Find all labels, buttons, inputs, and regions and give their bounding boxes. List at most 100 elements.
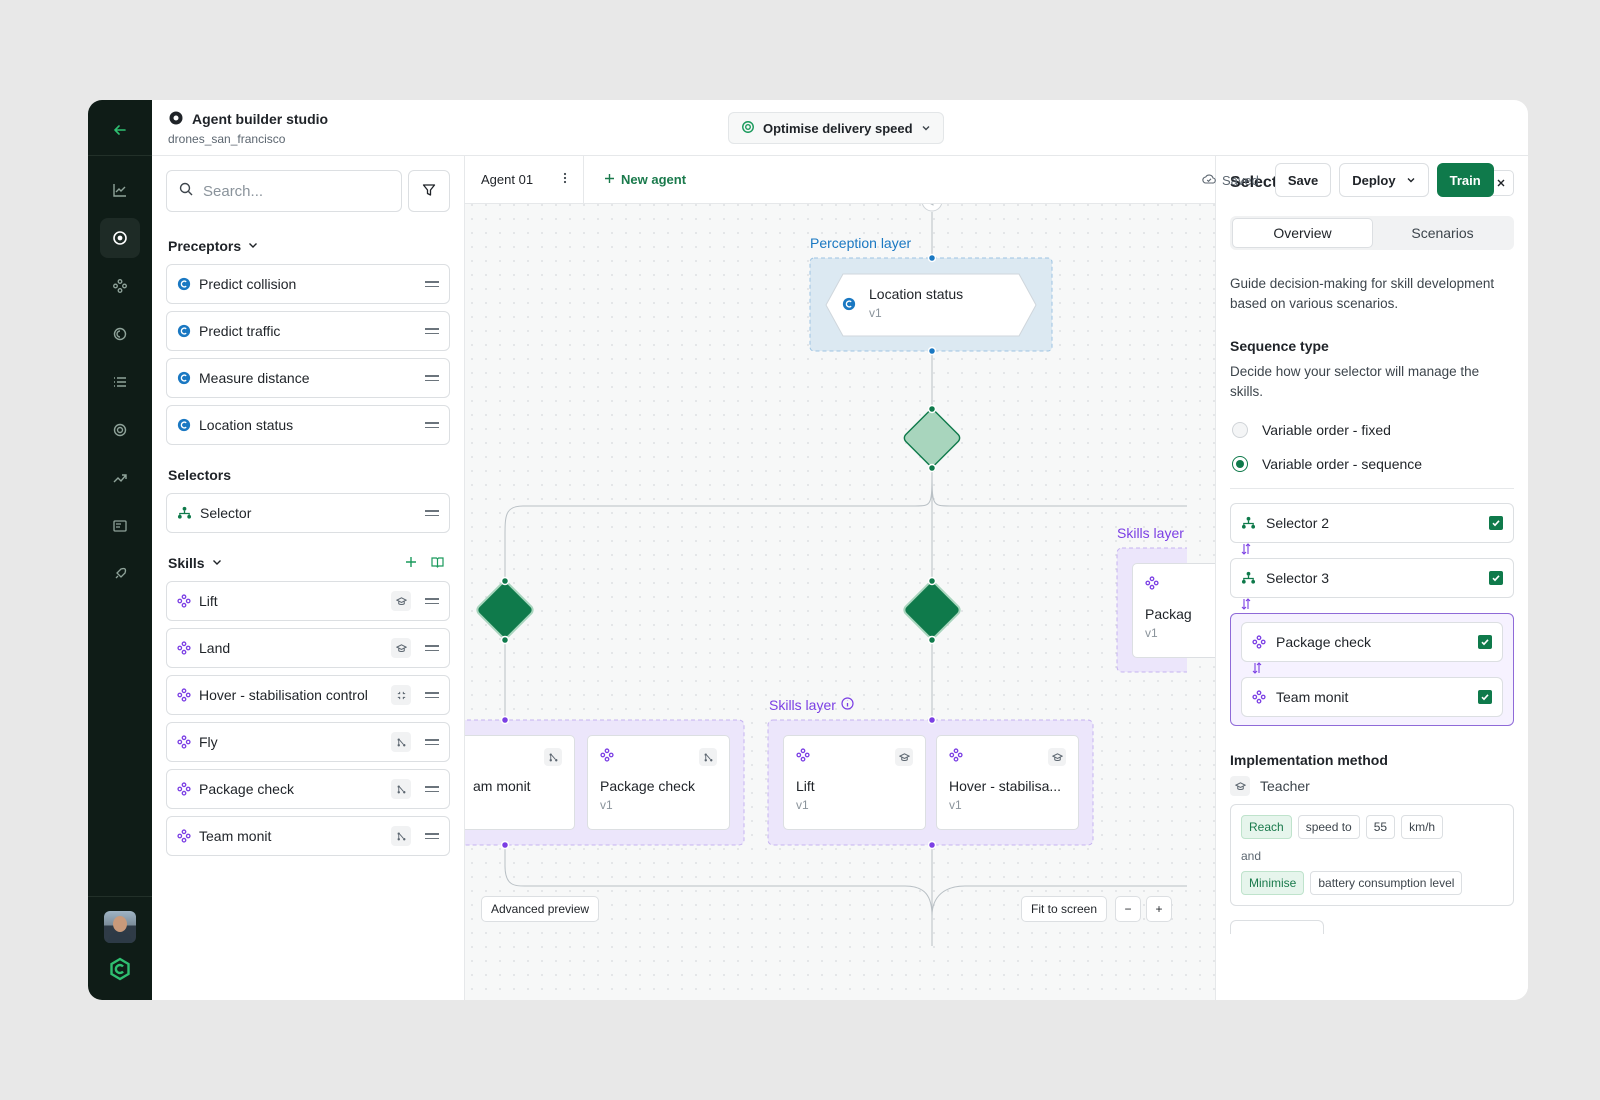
zoom-in-button[interactable]: + bbox=[1146, 896, 1172, 922]
drag-handle-icon[interactable] bbox=[425, 328, 439, 334]
checkbox[interactable] bbox=[1478, 635, 1492, 649]
tab-scenarios[interactable]: Scenarios bbox=[1373, 218, 1512, 248]
trend-icon[interactable] bbox=[100, 458, 140, 498]
skill-node[interactable]: Packag v1 bbox=[1132, 563, 1215, 658]
back-arrow-icon[interactable] bbox=[100, 110, 140, 150]
objective-chip[interactable]: speed to bbox=[1297, 815, 1360, 839]
radio-button[interactable] bbox=[1232, 456, 1248, 472]
skills-icon[interactable] bbox=[100, 266, 140, 306]
inspector-tabs: Overview Scenarios bbox=[1230, 216, 1514, 250]
goal-dropdown[interactable]: Optimise delivery speed bbox=[728, 112, 944, 144]
checkbox[interactable] bbox=[1489, 571, 1503, 585]
skills-toggle[interactable]: Skills bbox=[168, 555, 223, 571]
close-icon bbox=[1496, 175, 1506, 191]
skill-sequence-group[interactable]: Package check Team monit bbox=[1230, 613, 1514, 726]
swap-order-icon[interactable] bbox=[1230, 598, 1514, 613]
skill-node[interactable]: am monit bbox=[465, 735, 575, 830]
drag-handle-icon[interactable] bbox=[425, 739, 439, 745]
train-button[interactable]: Train bbox=[1436, 163, 1494, 197]
sequence-radio-option[interactable]: Variable order - fixed bbox=[1232, 422, 1514, 438]
new-agent-button[interactable]: New agent bbox=[604, 172, 686, 187]
save-button[interactable]: Save bbox=[1274, 163, 1332, 197]
drag-handle-icon[interactable] bbox=[425, 786, 439, 792]
skill-node[interactable]: Hover - stabilisa... v1 bbox=[936, 735, 1079, 830]
new-agent-label: New agent bbox=[621, 172, 687, 187]
checkbox[interactable] bbox=[1489, 516, 1503, 530]
drag-handle-icon[interactable] bbox=[425, 833, 439, 839]
report-icon[interactable] bbox=[100, 506, 140, 546]
swap-order-icon[interactable] bbox=[1230, 543, 1514, 558]
skill-item[interactable]: Team monit bbox=[166, 816, 450, 856]
chevron-down-icon bbox=[921, 121, 931, 136]
skill-item[interactable]: Hover - stabilisation control bbox=[166, 675, 450, 715]
skill-node[interactable]: Package check v1 bbox=[587, 735, 730, 830]
objective-chip[interactable]: 55 bbox=[1365, 815, 1396, 839]
sequence-item[interactable]: Package check bbox=[1241, 622, 1503, 662]
avatar[interactable] bbox=[104, 911, 136, 943]
sequence-item[interactable]: Selector 3 bbox=[1230, 558, 1514, 598]
preceptor-item[interactable]: Measure distance bbox=[166, 358, 450, 398]
chip-conjunction: and bbox=[1241, 849, 1262, 863]
flow-canvas[interactable]: Agent 01 New agent Perception layer Loca… bbox=[465, 156, 1215, 1000]
node-title: Hover - stabilisa... bbox=[949, 778, 1062, 794]
skill-icon bbox=[1252, 690, 1266, 704]
preceptors-title: Preceptors bbox=[168, 238, 242, 254]
sequence-radio-option[interactable]: Variable order - sequence bbox=[1232, 456, 1514, 472]
project-name: drones_san_francisco bbox=[168, 131, 286, 146]
more-vertical-icon[interactable] bbox=[563, 172, 567, 187]
search-input[interactable]: Search... bbox=[166, 170, 402, 212]
preceptor-item[interactable]: Predict traffic bbox=[166, 311, 450, 351]
tab-agent-01[interactable]: Agent 01 bbox=[465, 156, 585, 204]
item-label: Measure distance bbox=[199, 370, 310, 386]
implementation-value[interactable]: Teacher bbox=[1230, 776, 1514, 796]
sequence-item[interactable]: Selector 2 bbox=[1230, 503, 1514, 543]
sequence-item[interactable]: Team monit bbox=[1241, 677, 1503, 717]
agent-builder-icon[interactable] bbox=[100, 218, 140, 258]
list-icon[interactable] bbox=[100, 362, 140, 402]
drag-handle-icon[interactable] bbox=[425, 281, 439, 287]
skill-item[interactable]: Land bbox=[166, 628, 450, 668]
preceptors-toggle[interactable]: Preceptors bbox=[168, 238, 259, 254]
swap-order-icon[interactable] bbox=[1241, 662, 1503, 677]
advanced-preview-button[interactable]: Advanced preview bbox=[481, 896, 600, 922]
objective-verb-chip[interactable]: Minimise bbox=[1241, 871, 1305, 895]
location-status-node[interactable]: Location status v1 bbox=[842, 286, 963, 320]
add-skill-icon[interactable] bbox=[405, 555, 417, 571]
perception-icon[interactable] bbox=[100, 314, 140, 354]
drag-handle-icon[interactable] bbox=[425, 510, 439, 516]
skill-item[interactable]: Fly bbox=[166, 722, 450, 762]
drag-handle-icon[interactable] bbox=[425, 645, 439, 651]
filter-button[interactable] bbox=[408, 170, 450, 212]
rocket-icon[interactable] bbox=[100, 554, 140, 594]
library-icon[interactable] bbox=[431, 555, 444, 571]
skill-icon bbox=[600, 748, 614, 765]
preceptor-item[interactable]: Location status bbox=[166, 405, 450, 445]
fit-to-screen-button[interactable]: Fit to screen bbox=[1021, 896, 1108, 922]
zoom-out-button[interactable]: − bbox=[1115, 896, 1141, 922]
drag-handle-icon[interactable] bbox=[425, 375, 439, 381]
skill-item[interactable]: Package check bbox=[166, 769, 450, 809]
preceptor-item[interactable]: Predict collision bbox=[166, 264, 450, 304]
drag-handle-icon[interactable] bbox=[425, 422, 439, 428]
drag-handle-icon[interactable] bbox=[425, 692, 439, 698]
implementation-title: Implementation method bbox=[1230, 752, 1388, 768]
selector-item[interactable]: Selector bbox=[166, 493, 450, 533]
objective-chip[interactable]: battery consumption level bbox=[1310, 871, 1463, 895]
radio-button[interactable] bbox=[1232, 422, 1248, 438]
tab-overview[interactable]: Overview bbox=[1232, 218, 1373, 248]
info-icon[interactable] bbox=[841, 697, 854, 713]
target-icon[interactable] bbox=[100, 410, 140, 450]
item-label: Land bbox=[199, 640, 231, 656]
analytics-icon[interactable] bbox=[100, 170, 140, 210]
drag-handle-icon[interactable] bbox=[425, 598, 439, 604]
objective-editor[interactable]: Reach speed to 55 km/h and Minimise battery … bbox=[1230, 804, 1514, 906]
chevron-down-icon bbox=[247, 238, 259, 254]
checkbox[interactable] bbox=[1478, 690, 1492, 704]
more-button-partial[interactable] bbox=[1230, 920, 1324, 934]
skill-item[interactable]: Lift bbox=[166, 581, 450, 621]
objective-verb-chip[interactable]: Reach bbox=[1241, 815, 1292, 839]
deploy-dropdown[interactable]: Deploy bbox=[1339, 163, 1429, 197]
objective-chip[interactable]: km/h bbox=[1401, 815, 1444, 839]
skill-node[interactable]: Lift v1 bbox=[783, 735, 926, 830]
chevron-down-icon bbox=[211, 555, 223, 571]
